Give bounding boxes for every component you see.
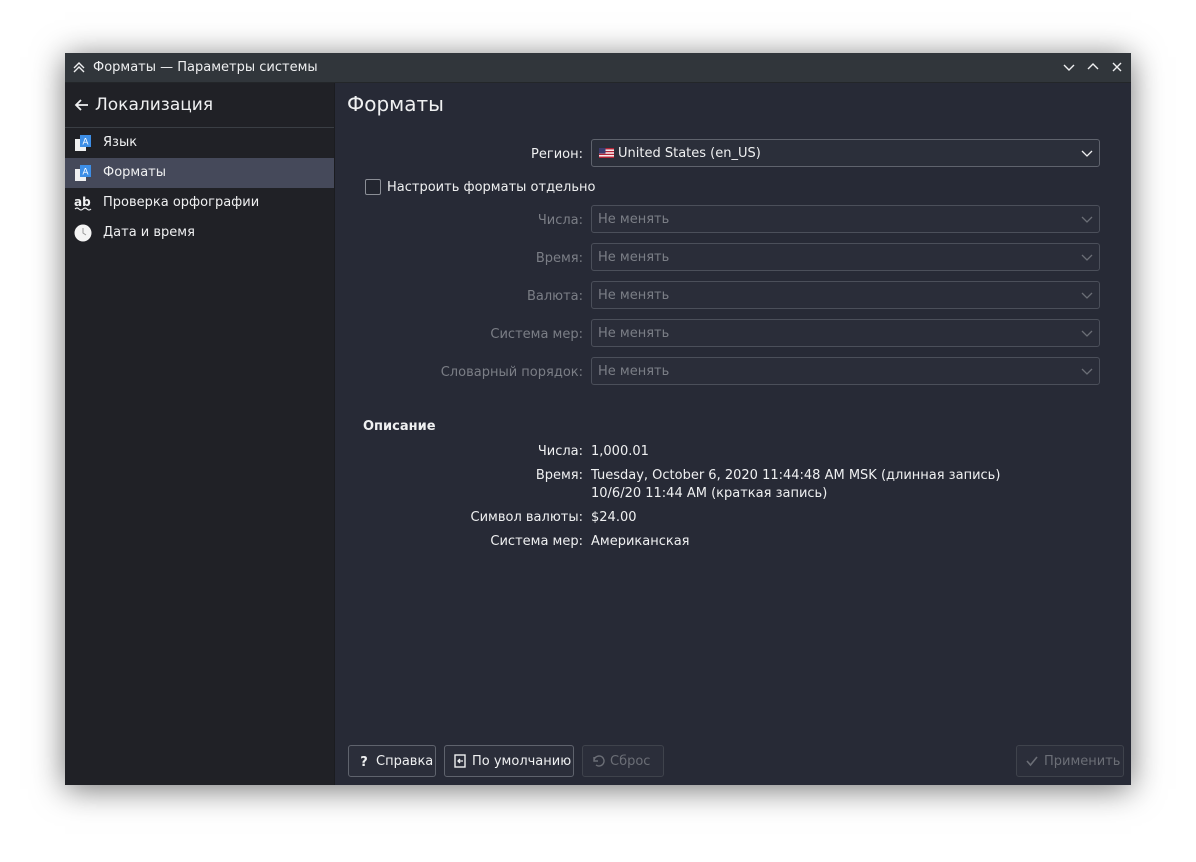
reset-button[interactable]: Сброс [582,745,664,777]
region-label: Регион: [531,147,583,162]
measurement-select[interactable]: Не менять [591,319,1100,347]
currency-select-value: Не менять [598,288,670,303]
sidebar-item-label: Дата и время [103,225,195,240]
time-select[interactable]: Не менять [591,243,1100,271]
chevron-down-icon [1081,150,1093,157]
checkmark-icon [1026,756,1038,767]
numbers-select-value: Не менять [598,212,670,227]
chevron-down-icon [1081,254,1093,261]
chevron-down-icon [1081,368,1093,375]
custom-formats-checkbox[interactable] [365,179,381,195]
sidebar-header[interactable]: Локализация [65,83,334,128]
maximize-icon[interactable] [1085,59,1101,75]
chevron-down-icon [1081,216,1093,223]
desc-numbers-value: 1,000.01 [591,444,649,459]
formats-icon: A [75,165,91,181]
desc-currency-label: Символ валюты: [470,510,584,525]
chevron-down-icon [1081,292,1093,299]
desc-time-long: Tuesday, October 6, 2020 11:44:48 AM MSK… [591,468,1001,483]
restore-defaults-icon [454,754,466,768]
currency-label: Валюта: [526,289,583,304]
us-flag-icon [599,148,614,158]
sidebar-item-datetime[interactable]: Дата и время [65,218,334,248]
measurement-select-value: Не менять [598,326,670,341]
svg-text:ab: ab [74,195,91,209]
collation-select-value: Не менять [598,364,670,379]
numbers-select[interactable]: Не менять [591,205,1100,233]
defaults-button[interactable]: По умолчанию [444,745,574,777]
help-button[interactable]: ? Справка [348,745,436,777]
sidebar-item-language[interactable]: A Язык [65,128,334,158]
spellcheck-icon: ab [74,195,92,211]
reset-button-label: Сброс [610,754,651,769]
help-icon: ? [360,755,368,768]
collation-label: Словарный порядок: [440,365,583,380]
sidebar-item-spellcheck[interactable]: ab Проверка орфографии [65,188,334,218]
time-label: Время: [535,251,583,266]
region-select[interactable]: United States (en_US) [591,139,1100,167]
settings-window: Форматы — Параметры системы Локализация … [65,53,1131,785]
sidebar-item-formats[interactable]: A Форматы [65,158,334,188]
help-button-label: Справка [376,754,434,769]
apply-button[interactable]: Применить [1016,745,1124,777]
clock-icon [74,224,92,242]
page-title: Форматы [347,92,444,116]
desc-time-short: 10/6/20 11:44 AM (краткая запись) [591,486,828,501]
desc-measurement-label: Система мер: [490,534,583,549]
sidebar-header-title: Локализация [95,95,214,115]
sidebar-item-label: Проверка орфографии [103,195,260,210]
main-content: Форматы Регион: United States (en_US) На… [335,83,1131,785]
svg-text:?: ? [360,755,368,768]
measurement-label: Система мер: [490,327,583,342]
time-select-value: Не менять [598,250,670,265]
close-icon[interactable] [1109,59,1125,75]
desc-measurement-value: Американская [591,534,690,549]
keep-above-icon[interactable] [72,60,86,74]
svg-text:A: A [82,168,89,178]
language-icon: A [75,135,91,151]
sidebar-item-label: Язык [103,135,138,150]
desc-currency-value: $24.00 [591,510,637,525]
apply-button-label: Применить [1044,754,1121,769]
custom-formats-label[interactable]: Настроить форматы отдельно [387,180,595,195]
desc-numbers-label: Числа: [537,444,583,459]
sidebar: Локализация A Язык A Форматы ab Проверка… [65,83,335,785]
numbers-label: Числа: [537,213,583,228]
region-value: United States (en_US) [618,146,761,161]
svg-text:A: A [82,138,89,148]
title-bar: Форматы — Параметры системы [65,53,1131,83]
minimize-icon[interactable] [1061,59,1077,75]
sidebar-item-label: Форматы [103,165,167,180]
currency-select[interactable]: Не менять [591,281,1100,309]
desc-time-label: Время: [535,468,583,483]
description-title: Описание [363,419,436,434]
back-arrow-icon[interactable] [74,97,90,113]
defaults-button-label: По умолчанию [472,754,572,769]
chevron-down-icon [1081,330,1093,337]
undo-icon [593,755,605,767]
collation-select[interactable]: Не менять [591,357,1100,385]
window-title: Форматы — Параметры системы [93,60,318,75]
